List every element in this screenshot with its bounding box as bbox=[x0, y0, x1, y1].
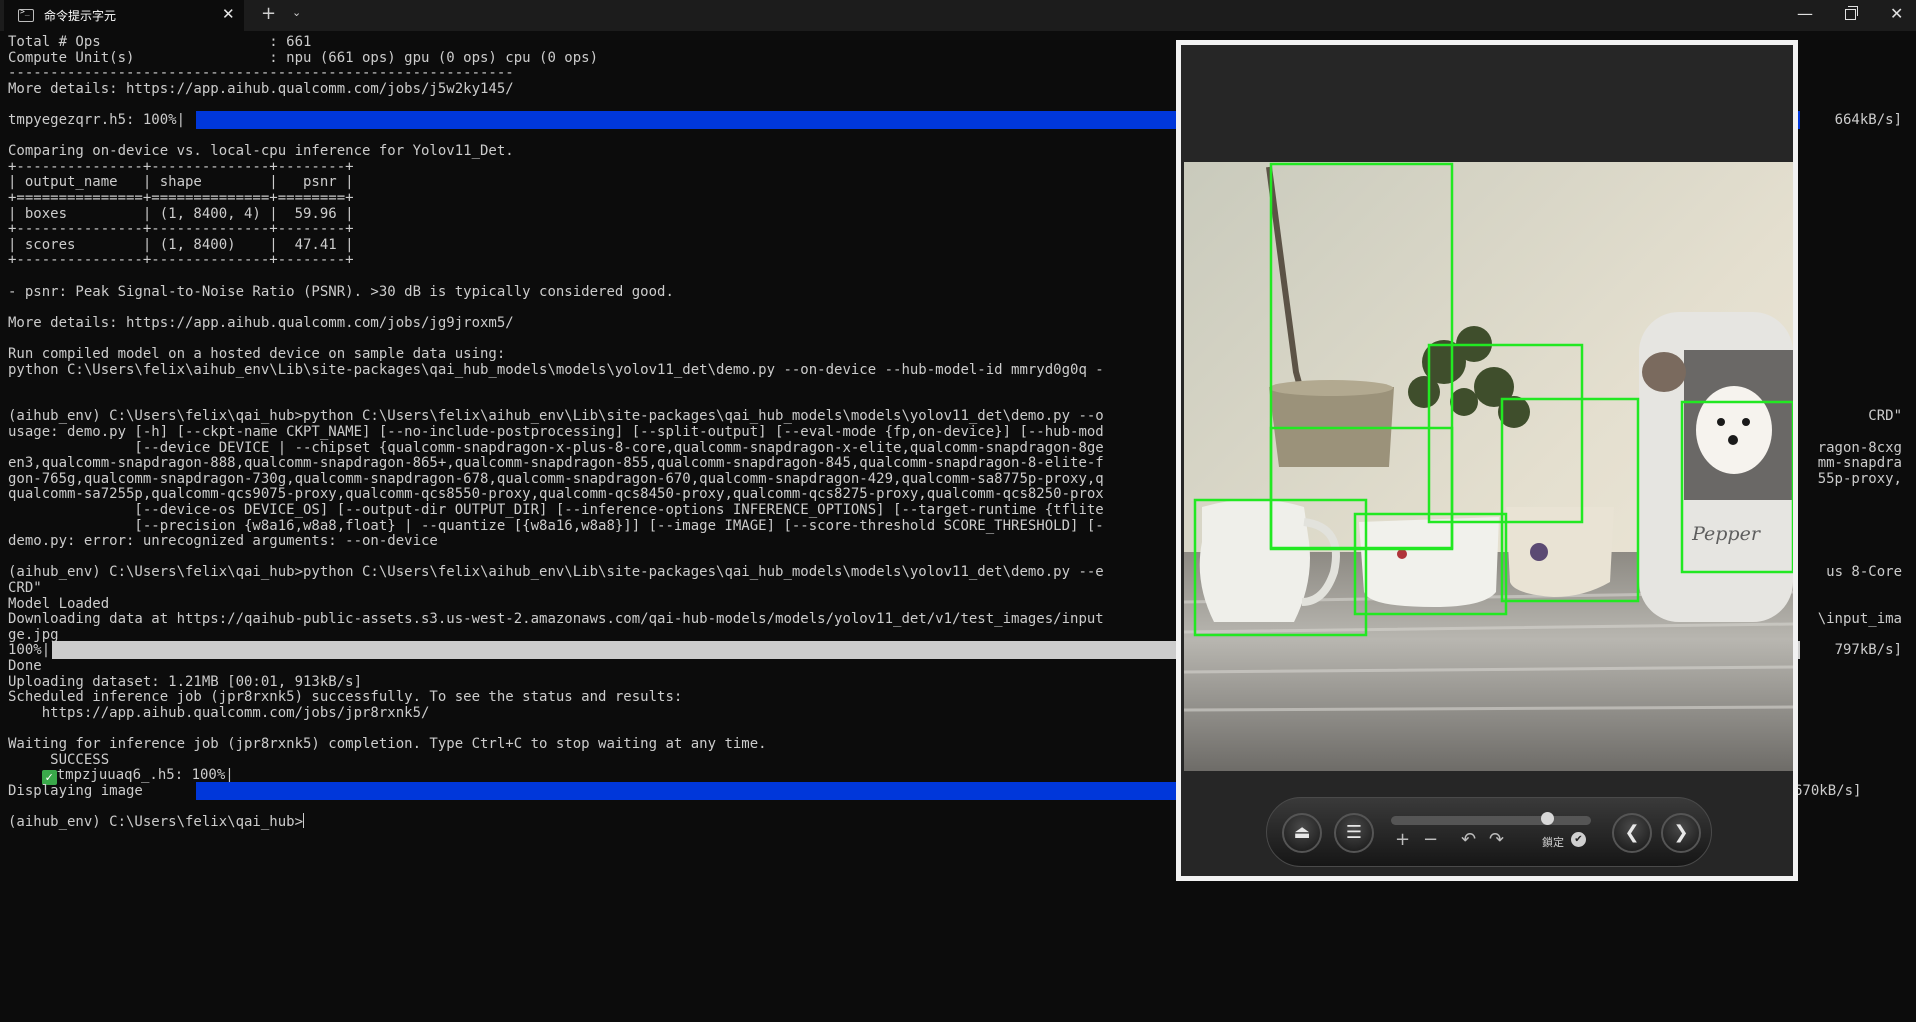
terminal-line-fragment: 797kB/s] bbox=[1834, 642, 1902, 659]
terminal-line-fragment: 664kB/s] bbox=[1834, 112, 1902, 128]
terminal-line-fragment: 55p-proxy, bbox=[1817, 470, 1902, 487]
lock-toggle[interactable]: ✔ bbox=[1571, 832, 1586, 847]
lock-label: 鎖定 bbox=[1542, 836, 1564, 849]
eject-button[interactable]: ⏏ bbox=[1282, 813, 1322, 853]
small-pot bbox=[1506, 507, 1614, 597]
terminal-line: (aihub_env) C:\Users\felix\qai_hub> bbox=[8, 813, 305, 830]
terminal-line-fragment: us 8-Core bbox=[1826, 564, 1902, 581]
restore-button[interactable] bbox=[1845, 6, 1858, 20]
terminal-line: Displaying image bbox=[8, 782, 143, 799]
pitcher bbox=[1199, 499, 1310, 622]
new-tab-button[interactable]: + bbox=[261, 3, 276, 24]
next-image-button[interactable]: ❯ bbox=[1661, 813, 1701, 853]
rotate-right-button[interactable]: ↷ bbox=[1489, 831, 1504, 849]
terminal-line: python C:\Users\felix\aihub_env\Lib\site… bbox=[8, 361, 1104, 378]
mug bbox=[1359, 517, 1499, 607]
terminal-line: (aihub_env) C:\Users\felix\qai_hub>pytho… bbox=[8, 564, 1104, 581]
terminal-icon bbox=[18, 7, 34, 22]
terminal-line: Downloading data at https://qaihub-publi… bbox=[8, 611, 1104, 628]
title-bar: 命令提示字元 ✕ + ⌄ — ✕ bbox=[0, 0, 1916, 31]
zoom-slider[interactable] bbox=[1391, 816, 1591, 825]
previous-image-button[interactable]: ❮ bbox=[1612, 813, 1652, 853]
terminal-line: More details: https://app.aihub.qualcomm… bbox=[8, 314, 514, 331]
tab-title: 命令提示字元 bbox=[44, 9, 117, 23]
tab-command-prompt[interactable]: 命令提示字元 ✕ bbox=[4, 0, 244, 31]
terminal-line-fragment: \input_ima bbox=[1817, 611, 1902, 628]
zoom-slider-thumb[interactable] bbox=[1541, 812, 1554, 825]
terminal-line: More details: https://app.aihub.qualcomm… bbox=[8, 80, 514, 97]
rotate-left-button[interactable]: ↶ bbox=[1461, 831, 1476, 849]
terminal-line: demo.py: error: unrecognized arguments: … bbox=[8, 533, 438, 550]
terminal-line: Waiting for inference job (jpr8rxnk5) co… bbox=[8, 736, 767, 752]
dog-face bbox=[1696, 386, 1772, 474]
detection-photo: Pepper bbox=[1184, 162, 1793, 771]
terminal-line: https://app.aihub.qualcomm.com/jobs/jpr8… bbox=[8, 704, 430, 721]
dog-nose bbox=[1728, 435, 1738, 445]
image-viewer-canvas: Pepper ⏏ ☰ + − ↶ ↷ 鎖定 ✔ ❮ ❯ bbox=[1181, 45, 1793, 876]
zoom-in-button[interactable]: + bbox=[1395, 831, 1410, 849]
terminal-line: +---------------+--------------+--------… bbox=[8, 252, 354, 269]
image-viewer-window: Pepper ⏏ ☰ + − ↶ ↷ 鎖定 ✔ ❮ ❯ bbox=[1176, 40, 1798, 881]
tab-close-icon[interactable]: ✕ bbox=[222, 5, 235, 23]
zoom-out-button[interactable]: − bbox=[1423, 831, 1438, 849]
minimize-button[interactable]: — bbox=[1797, 4, 1813, 23]
terminal-line-fragment: CRD" bbox=[1868, 408, 1902, 425]
terminal-line: tmpyegezqrr.h5: 100%| bbox=[8, 112, 186, 128]
frame-caption: Pepper bbox=[1691, 523, 1762, 545]
menu-button[interactable]: ☰ bbox=[1334, 813, 1374, 853]
heart-tag bbox=[1642, 352, 1686, 392]
dog-eye-left bbox=[1717, 418, 1725, 426]
text-cursor bbox=[303, 813, 305, 828]
chevron-down-icon[interactable]: ⌄ bbox=[292, 6, 301, 19]
terminal-line: - psnr: Peak Signal-to-Noise Ratio (PSNR… bbox=[8, 283, 674, 300]
grape-decor bbox=[1530, 543, 1548, 561]
pot-rim bbox=[1269, 380, 1393, 396]
dog-eye-right bbox=[1742, 418, 1750, 426]
mug-heart bbox=[1397, 549, 1407, 559]
close-window-button[interactable]: ✕ bbox=[1890, 4, 1903, 23]
viewer-toolbar: ⏏ ☰ + − ↶ ↷ 鎖定 ✔ ❮ ❯ bbox=[1266, 797, 1712, 867]
